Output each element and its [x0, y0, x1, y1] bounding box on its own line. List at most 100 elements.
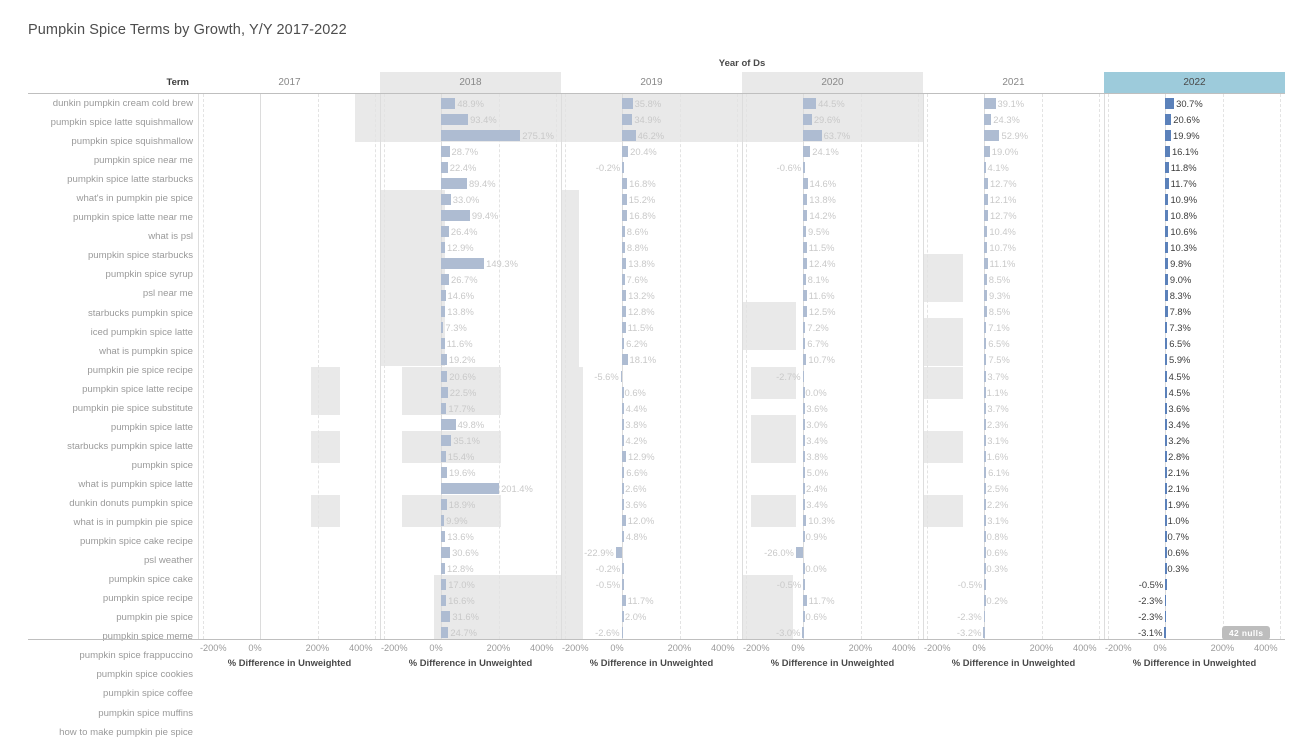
bar[interactable] [621, 626, 624, 638]
bar[interactable] [1165, 338, 1168, 350]
bar[interactable] [984, 274, 987, 286]
bar[interactable] [622, 482, 624, 494]
bar[interactable] [622, 594, 626, 606]
bar[interactable] [984, 434, 986, 446]
bar[interactable] [803, 178, 808, 190]
row-term-label[interactable]: what is psl [28, 227, 199, 246]
bar[interactable] [1165, 354, 1168, 366]
column-header-2019[interactable]: 2019 [561, 72, 742, 93]
bar[interactable] [803, 114, 812, 126]
row-term-label[interactable]: how to make pumpkin pie spice [28, 723, 199, 742]
column-header-term[interactable]: Term [28, 72, 194, 93]
bar[interactable] [1165, 306, 1168, 318]
bar[interactable] [622, 578, 624, 590]
bar[interactable] [803, 242, 807, 254]
bar[interactable] [441, 626, 449, 638]
bar[interactable] [1165, 402, 1167, 414]
bar[interactable] [984, 178, 988, 190]
row-term-label[interactable]: pumpkin spice latte squishmallow [28, 113, 199, 132]
bar[interactable] [803, 498, 805, 510]
bar[interactable] [441, 162, 448, 174]
bar[interactable] [1165, 578, 1167, 590]
bar[interactable] [441, 434, 452, 446]
bar[interactable] [803, 482, 805, 494]
bar[interactable] [615, 546, 623, 558]
bar[interactable] [803, 210, 808, 222]
bar[interactable] [441, 130, 521, 142]
bar[interactable] [984, 354, 987, 366]
bar[interactable] [984, 514, 986, 526]
bar[interactable] [441, 210, 470, 222]
bar[interactable] [984, 210, 988, 222]
bar[interactable] [803, 338, 806, 350]
bar[interactable] [622, 498, 624, 510]
bar[interactable] [441, 354, 447, 366]
bar[interactable] [622, 514, 626, 526]
row-term-label[interactable]: pumpkin pie spice substitute [28, 399, 199, 418]
row-term-label[interactable]: dunkin donuts pumpkin spice [28, 494, 199, 513]
bar[interactable] [802, 626, 805, 638]
bar[interactable] [984, 114, 992, 126]
bar[interactable] [803, 466, 805, 478]
bar[interactable] [622, 98, 633, 109]
bar[interactable] [803, 402, 805, 414]
bar[interactable] [984, 226, 988, 238]
row-term-label[interactable]: psl near me [28, 284, 199, 303]
bar[interactable] [622, 258, 627, 270]
bar[interactable] [1164, 594, 1167, 606]
bar[interactable] [622, 562, 624, 574]
row-term-label[interactable]: what's in pumpkin pie spice [28, 189, 199, 208]
bar[interactable] [1165, 450, 1167, 462]
bar[interactable] [441, 258, 485, 270]
bar[interactable] [1165, 482, 1167, 494]
bar[interactable] [622, 194, 627, 206]
bar[interactable] [441, 482, 500, 494]
bar[interactable] [441, 578, 447, 590]
bar[interactable] [984, 290, 987, 302]
bar[interactable] [803, 162, 805, 174]
bar[interactable] [622, 210, 628, 222]
bar[interactable] [803, 98, 817, 109]
bar[interactable] [803, 130, 822, 142]
bar[interactable] [1165, 210, 1169, 222]
bar[interactable] [984, 450, 986, 462]
row-term-label[interactable]: dunkin pumpkin cream cold brew [28, 94, 199, 113]
bar[interactable] [984, 98, 996, 109]
bar[interactable] [984, 306, 987, 318]
bar[interactable] [441, 498, 447, 510]
bar[interactable] [1165, 498, 1167, 510]
row-term-label[interactable]: pumpkin spice latte [28, 418, 199, 437]
bar[interactable] [803, 258, 807, 270]
row-term-label[interactable]: pumpkin spice frappuccino [28, 646, 199, 665]
bar[interactable] [622, 162, 624, 174]
bar[interactable] [1165, 242, 1169, 254]
bar[interactable] [441, 514, 445, 526]
bar[interactable] [620, 370, 623, 382]
bar[interactable] [803, 322, 806, 334]
column-header-2018[interactable]: 2018 [380, 72, 561, 93]
row-term-label[interactable]: pumpkin spice syrup [28, 265, 199, 284]
bar[interactable] [441, 530, 446, 542]
bar[interactable] [984, 242, 988, 254]
bar[interactable] [802, 370, 805, 382]
bar[interactable] [1165, 130, 1172, 142]
bar[interactable] [984, 466, 987, 478]
bar[interactable] [441, 226, 449, 238]
bar[interactable] [441, 338, 445, 350]
bar[interactable] [441, 418, 456, 430]
bar[interactable] [984, 194, 988, 206]
bar[interactable] [803, 514, 807, 526]
row-term-label[interactable]: pumpkin spice cake [28, 570, 199, 589]
bar[interactable] [622, 226, 625, 238]
bar[interactable] [441, 98, 456, 109]
bar[interactable] [984, 418, 986, 430]
row-term-label[interactable]: pumpkin spice latte recipe [28, 380, 199, 399]
column-header-2021[interactable]: 2021 [923, 72, 1104, 93]
bar[interactable] [1165, 370, 1167, 382]
bar[interactable] [622, 354, 628, 366]
column-header-2020[interactable]: 2020 [742, 72, 923, 93]
bar[interactable] [983, 610, 986, 622]
bar[interactable] [795, 546, 804, 558]
bar[interactable] [984, 402, 986, 414]
bar[interactable] [622, 434, 624, 446]
